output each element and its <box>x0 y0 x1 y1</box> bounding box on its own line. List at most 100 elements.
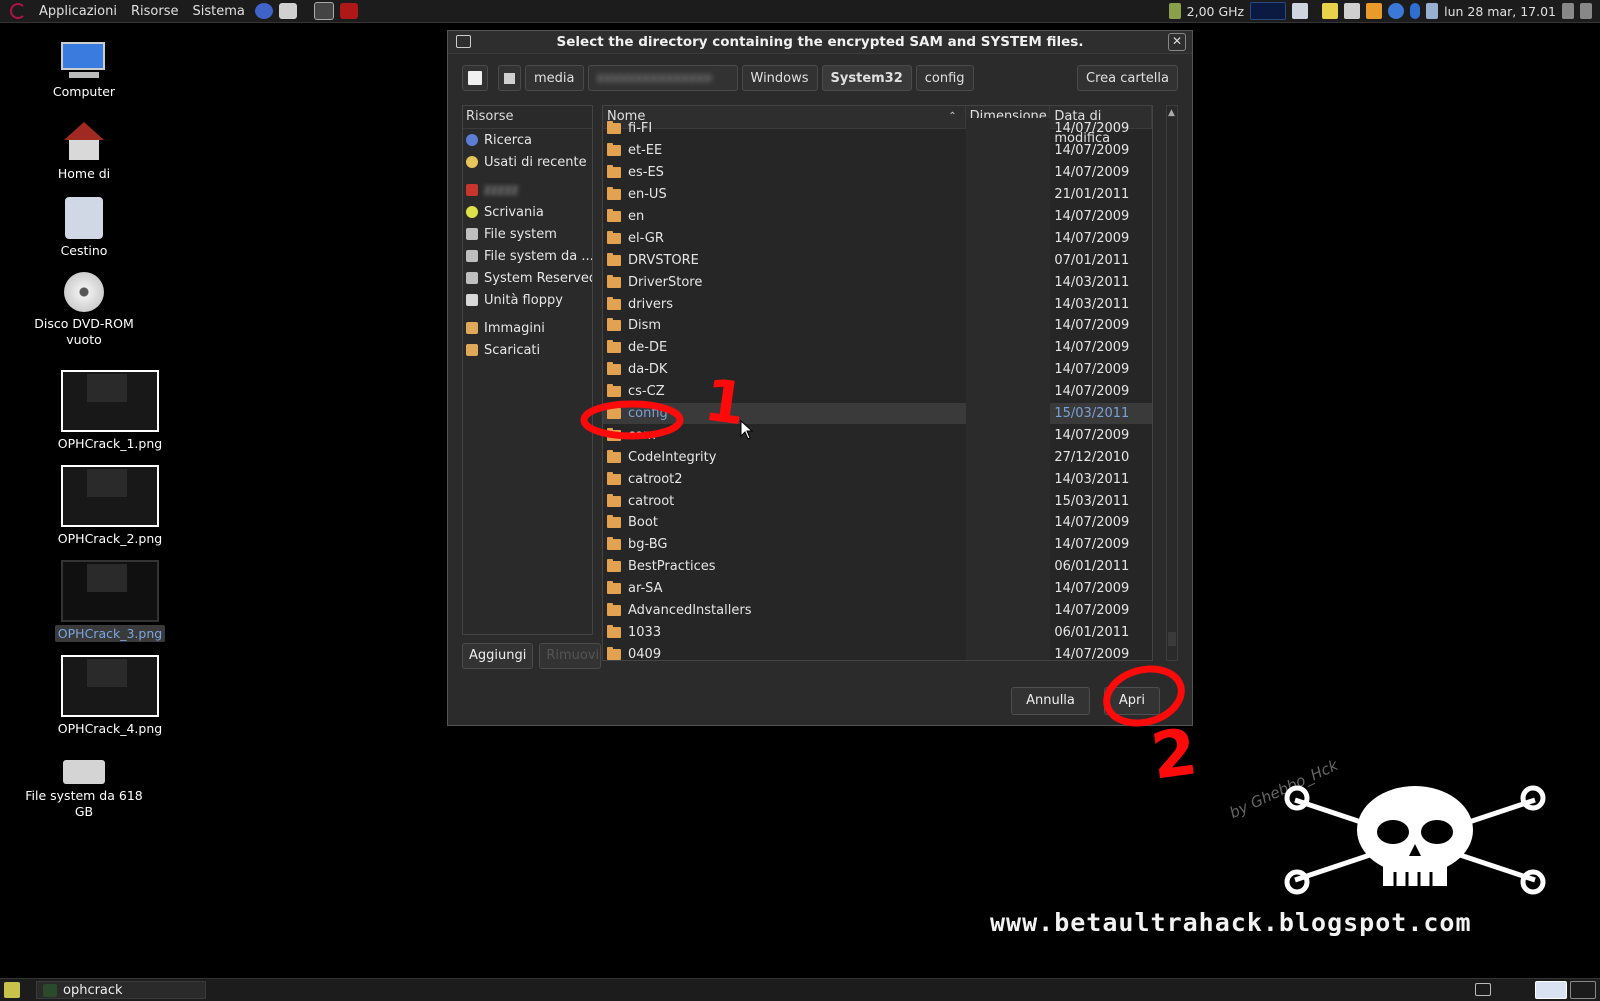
desktop-icon <box>466 206 478 218</box>
volume-icon[interactable] <box>1562 3 1574 19</box>
place-pictures[interactable]: Immagini <box>463 317 592 339</box>
file-name-cell: fi-FI <box>603 121 966 136</box>
desktop-icon-trash[interactable]: Cestino <box>24 197 144 259</box>
window-menu-icon[interactable] <box>456 35 471 48</box>
path-root-button[interactable] <box>498 65 521 91</box>
menu-applicazioni[interactable]: Applicazioni <box>32 4 124 19</box>
debian-logo-icon[interactable] <box>10 3 26 19</box>
file-name-cell: en <box>603 209 966 224</box>
file-row-el-gr[interactable]: el-GR 14/07/2009 <box>603 227 1152 250</box>
path-system32-button[interactable]: System32 <box>821 65 912 91</box>
remove-bookmark-button[interactable]: Rimuovi <box>539 643 602 669</box>
ophcrack-launcher-icon[interactable] <box>339 3 358 19</box>
file-row-bestpractices[interactable]: BestPractices 06/01/2011 <box>603 555 1152 578</box>
file-row-driverstore[interactable]: DriverStore 14/03/2011 <box>603 271 1152 294</box>
file-row-bg-bg[interactable]: bg-BG 14/07/2009 <box>603 533 1152 556</box>
file-row-da-dk[interactable]: da-DK 14/07/2009 <box>603 358 1152 381</box>
desktop-icon-ophcrack-4[interactable]: OPHCrack_4.png <box>50 655 170 737</box>
file-date: 14/03/2011 <box>1054 471 1130 487</box>
folder-icon <box>607 318 621 332</box>
file-row-dism[interactable]: Dism 14/07/2009 <box>603 315 1152 337</box>
scroll-up-icon[interactable]: ▲ <box>1168 108 1175 118</box>
path-windows-button[interactable]: Windows <box>741 65 818 91</box>
workspace-switcher-2[interactable] <box>1570 981 1596 999</box>
file-row-fi-fi[interactable]: fi-FI 14/07/2009 <box>603 118 1152 140</box>
place-filesystem[interactable]: File system <box>463 223 592 245</box>
desktop-icon-computer[interactable]: Computer <box>24 42 144 100</box>
clock[interactable]: lun 28 mar, 17.01 <box>1444 4 1556 19</box>
file-row-catroot2[interactable]: catroot2 14/03/2011 <box>603 468 1152 491</box>
file-row-ar-sa[interactable]: ar-SA 14/07/2009 <box>603 577 1152 600</box>
place-system-reserved[interactable]: System Reserved <box>463 267 592 289</box>
cpu-freq-icon[interactable] <box>1168 3 1181 19</box>
place-recent[interactable]: Usati di recente <box>463 151 592 173</box>
desktop-icon-home[interactable]: Home di <box>24 122 144 182</box>
place-search[interactable]: Ricerca <box>463 129 592 151</box>
file-name-cell: en-US <box>603 187 966 202</box>
scrollbar-thumb[interactable] <box>1168 632 1176 646</box>
taskbar-ophcrack[interactable]: ophcrack <box>36 981 206 999</box>
bluetooth-icon[interactable] <box>1410 3 1421 19</box>
folder-icon <box>607 603 621 617</box>
file-row-0409[interactable]: 0409 14/07/2009 <box>603 643 1152 660</box>
keys-icon[interactable] <box>1344 3 1361 19</box>
desktop-icon-label: Cestino <box>60 243 108 258</box>
dialog-titlebar[interactable]: Select the directory containing the encr… <box>448 31 1192 54</box>
annotation-circle-config <box>580 400 684 440</box>
type-location-button[interactable] <box>462 65 488 91</box>
workspace-switcher-1[interactable] <box>1535 981 1567 999</box>
menu-risorse[interactable]: Risorse <box>124 4 186 19</box>
file-row-codeintegrity[interactable]: CodeIntegrity 27/12/2010 <box>603 446 1152 469</box>
place-filesystem-large[interactable]: File system da ... <box>463 245 592 267</box>
file-list-scrollbar[interactable]: ▲ <box>1166 105 1178 661</box>
path-media-button[interactable]: media <box>525 65 584 91</box>
power-icon[interactable] <box>1580 3 1592 19</box>
file-row-de-de[interactable]: de-DE 14/07/2009 <box>603 336 1152 359</box>
file-row-advancedinstallers[interactable]: AdvancedInstallers 14/07/2009 <box>603 599 1152 622</box>
file-row-en[interactable]: en 14/07/2009 <box>603 205 1152 228</box>
file-row-1033[interactable]: 1033 06/01/2011 <box>603 621 1152 644</box>
warning-icon[interactable] <box>1366 3 1383 19</box>
desktop-icon-ophcrack-3[interactable]: OPHCrack_3.png <box>50 560 170 642</box>
file-name-cell: DRVSTORE <box>603 252 966 268</box>
place-home[interactable]: zzzzz <box>463 179 592 201</box>
file-row-catroot[interactable]: catroot 15/03/2011 <box>603 490 1152 513</box>
file-row-drivers[interactable]: drivers 14/03/2011 <box>603 293 1152 316</box>
path-config-button[interactable]: config <box>915 65 974 91</box>
file-row-boot[interactable]: Boot 14/07/2009 <box>603 512 1152 534</box>
system-monitor-icon[interactable] <box>1250 2 1287 20</box>
desktop-icon-ophcrack-1[interactable]: OPHCrack_1.png <box>50 370 170 452</box>
file-size-cell <box>965 205 1051 228</box>
close-icon[interactable]: ✕ <box>1168 33 1186 51</box>
file-row-es-es[interactable]: es-ES 14/07/2009 <box>603 161 1152 184</box>
mail-launcher-icon[interactable] <box>278 3 297 19</box>
places-header[interactable]: Risorse <box>463 106 592 129</box>
browser-launcher-icon[interactable] <box>254 3 273 19</box>
accessibility-icon[interactable] <box>1388 3 1405 19</box>
file-row-et-ee[interactable]: et-EE 14/07/2009 <box>603 139 1152 162</box>
file-name-cell: CodeIntegrity <box>603 449 966 465</box>
place-downloads[interactable]: Scaricati <box>463 339 592 361</box>
place-floppy[interactable]: Unità floppy <box>463 289 592 311</box>
file-row-en-us[interactable]: en-US 21/01/2011 <box>603 183 1152 206</box>
path-redacted-drive-button[interactable]: xxxxxxxxxxxxxxx <box>587 65 738 91</box>
image-thumbnail-icon <box>61 560 159 622</box>
show-desktop-icon[interactable] <box>4 982 20 998</box>
cancel-button[interactable]: Annulla <box>1011 687 1090 715</box>
desktop-icon-dvd[interactable]: Disco DVD-ROM vuoto <box>24 272 144 348</box>
desktop-icon-filesystem[interactable]: File system da 618 GB <box>24 760 144 820</box>
drive-icon <box>466 272 478 284</box>
add-bookmark-button[interactable]: Aggiungi <box>462 643 534 669</box>
terminal-launcher-icon[interactable] <box>313 2 334 20</box>
folder-icon <box>466 344 478 356</box>
create-folder-button[interactable]: Crea cartella <box>1077 65 1178 91</box>
file-name: es-ES <box>628 165 664 181</box>
notes-icon[interactable] <box>1322 3 1339 19</box>
signal-icon[interactable] <box>1426 3 1439 19</box>
file-row-drvstore[interactable]: DRVSTORE 07/01/2011 <box>603 249 1152 272</box>
workspace-icon[interactable] <box>1475 983 1491 996</box>
network-icon[interactable] <box>1292 3 1309 19</box>
desktop-icon-ophcrack-2[interactable]: OPHCrack_2.png <box>50 465 170 547</box>
menu-sistema[interactable]: Sistema <box>185 4 251 19</box>
place-desktop[interactable]: Scrivania <box>463 201 592 223</box>
